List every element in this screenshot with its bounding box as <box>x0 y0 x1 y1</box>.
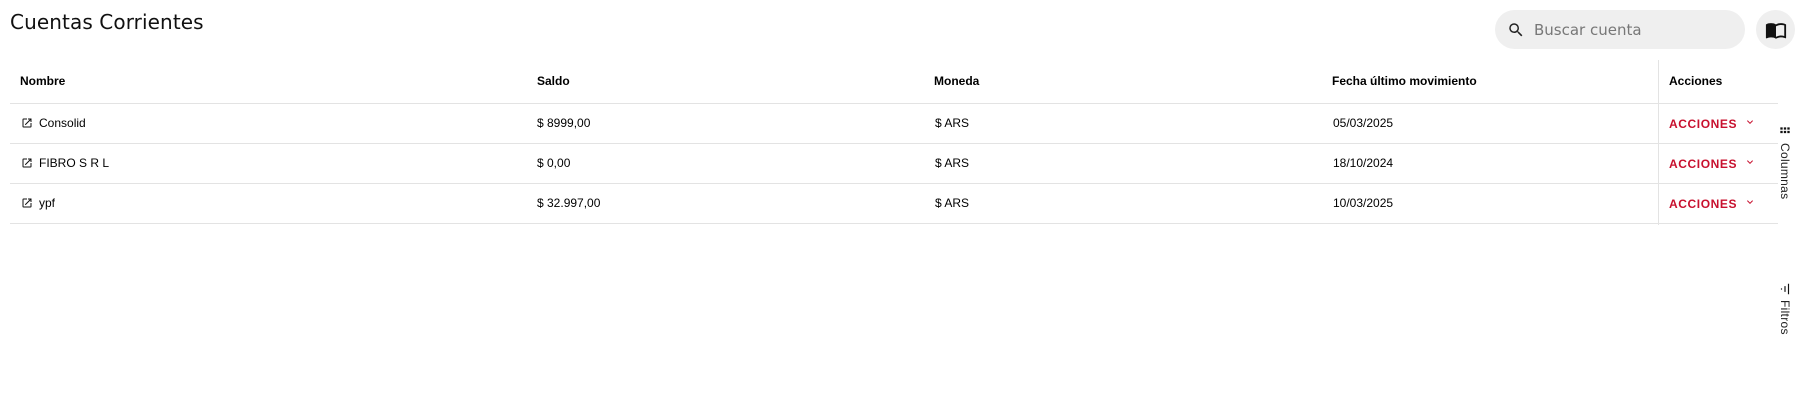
search-box[interactable] <box>1495 10 1745 49</box>
account-name: Consolid <box>39 116 86 130</box>
filter-icon <box>1780 283 1790 295</box>
fecha-cell: 18/10/2024 <box>1333 156 1394 170</box>
saldo-cell: $ 8999,00 <box>537 116 591 130</box>
fecha-cell: 05/03/2025 <box>1333 116 1394 130</box>
search-input[interactable] <box>1532 19 1736 40</box>
open-in-new-icon[interactable] <box>21 117 33 129</box>
acciones-button[interactable]: ACCIONES <box>1669 104 1756 143</box>
table-row[interactable]: FIBRO S R L $ 0,00 $ ARS 18/10/2024 ACCI… <box>10 144 1778 184</box>
chevron-down-icon <box>1747 159 1754 164</box>
menu-book-icon <box>1765 22 1786 39</box>
open-in-new-icon[interactable] <box>21 157 33 169</box>
columns-panel-label: Columnas <box>1778 143 1792 200</box>
saldo-cell: $ 32.997,00 <box>537 196 601 210</box>
table-row[interactable]: Consolid $ 8999,00 $ ARS 05/03/2025 ACCI… <box>10 104 1778 144</box>
filters-panel-label: Filtros <box>1778 300 1792 335</box>
account-name-cell[interactable]: ypf <box>21 184 55 223</box>
columns-panel-tab[interactable]: Columnas <box>1773 125 1797 199</box>
view-module-icon <box>1780 127 1790 134</box>
account-name: ypf <box>39 196 56 210</box>
column-header-saldo[interactable]: Saldo <box>537 60 570 103</box>
acciones-label: ACCIONES <box>1669 156 1738 171</box>
account-name-cell[interactable]: Consolid <box>21 104 86 143</box>
page-title: Cuentas Corrientes <box>10 10 204 34</box>
chevron-down-icon <box>1747 119 1754 124</box>
chevron-down-icon <box>1747 199 1754 204</box>
fecha-cell: 10/03/2025 <box>1333 196 1394 210</box>
acciones-label: ACCIONES <box>1669 196 1738 211</box>
account-name: FIBRO S R L <box>39 156 110 170</box>
docs-button[interactable] <box>1756 10 1795 49</box>
column-header-nombre[interactable]: Nombre <box>20 60 65 103</box>
accounts-table: Nombre Saldo Moneda Fecha último movimie… <box>10 60 1778 225</box>
table-header: Nombre Saldo Moneda Fecha último movimie… <box>10 60 1778 104</box>
acciones-button[interactable]: ACCIONES <box>1669 144 1756 183</box>
moneda-cell: $ ARS <box>935 156 970 170</box>
column-header-moneda[interactable]: Moneda <box>934 60 979 103</box>
acciones-button[interactable]: ACCIONES <box>1669 184 1756 223</box>
moneda-cell: $ ARS <box>935 196 970 210</box>
open-in-new-icon[interactable] <box>21 197 33 209</box>
filters-panel-tab[interactable]: Filtros <box>1773 282 1797 335</box>
column-header-fecha[interactable]: Fecha último movimiento <box>1332 60 1477 103</box>
account-name-cell[interactable]: FIBRO S R L <box>21 144 109 183</box>
saldo-cell: $ 0,00 <box>537 156 571 170</box>
table-row[interactable]: ypf $ 32.997,00 $ ARS 10/03/2025 ACCIONE… <box>10 184 1778 224</box>
acciones-label: ACCIONES <box>1669 116 1738 131</box>
column-header-acciones: Acciones <box>1669 74 1723 88</box>
acciones-column-divider <box>1658 60 1659 225</box>
search-icon <box>1509 22 1523 36</box>
moneda-cell: $ ARS <box>935 116 970 130</box>
